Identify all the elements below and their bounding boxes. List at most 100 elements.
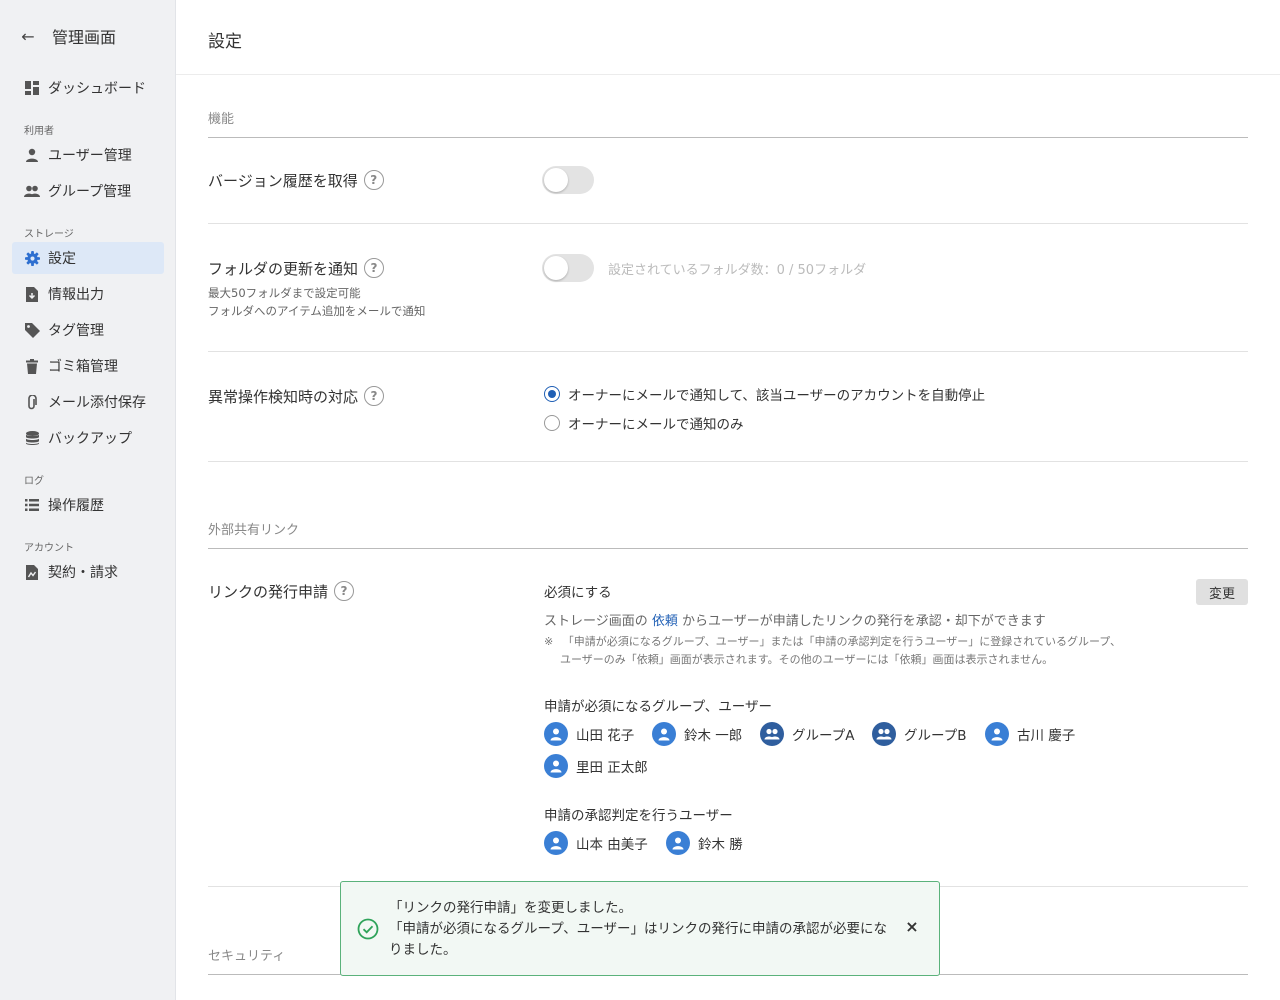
sidebar-item-operation-history[interactable]: 操作履歴 <box>12 489 164 521</box>
sidebar-item-backup[interactable]: バックアップ <box>12 422 164 454</box>
radio-label: オーナーにメールで通知のみ <box>568 417 744 433</box>
page-title: 設定 <box>208 32 242 52</box>
member-name: グループB <box>904 728 967 744</box>
sidebar-item-export[interactable]: 情報出力 <box>12 278 164 310</box>
anomaly-option-auto-suspend[interactable]: オーナーにメールで通知して、該当ユーザーのアカウントを自動停止 <box>544 384 985 404</box>
success-toast: 「リンクの発行申請」を変更しました。 「申請が必須になるグループ、ユーザー」はリ… <box>340 881 940 976</box>
sidebar-item-settings[interactable]: 設定 <box>12 242 164 274</box>
invoice-icon <box>24 564 40 580</box>
sidebar-item-label: 情報出力 <box>48 287 104 303</box>
sidebar-item-label: ダッシュボード <box>48 81 146 97</box>
folder-notify-sublabel-1: 最大50フォルダまで設定可能 <box>208 286 361 300</box>
group-avatar-icon <box>760 722 784 746</box>
toast-line-1: 「リンクの発行申請」を変更しました。 <box>389 900 632 916</box>
user-avatar-icon <box>666 831 690 855</box>
anomaly-option-notify-only[interactable]: オーナーにメールで通知のみ <box>544 413 744 433</box>
group-chip: グループA <box>760 722 854 746</box>
sidebar-item-trash[interactable]: ゴミ箱管理 <box>12 350 164 382</box>
link-request-description: ストレージ画面の 依頼 からユーザーが申請したリンクの発行を承認・却下ができます <box>544 610 1046 629</box>
note-line-1: 「申請が必須になるグループ、ユーザー」または「申請の承認判定を行うユーザー」に登… <box>562 635 1121 648</box>
database-icon <box>24 430 40 446</box>
version-history-label: バージョン履歴を取得 ? <box>208 168 384 192</box>
sidebar-item-label: 設定 <box>48 251 76 267</box>
change-button[interactable]: 変更 <box>1196 579 1248 605</box>
sidebar-item-tags[interactable]: タグ管理 <box>12 314 164 346</box>
folder-notify-sublabel-2: フォルダへのアイテム追加をメールで通知 <box>208 304 426 318</box>
sidebar-item-label: 操作履歴 <box>48 498 104 514</box>
user-chip: 鈴木 勝 <box>666 831 743 855</box>
group-chip: グループB <box>872 722 966 746</box>
sidebar-item-label: バックアップ <box>48 431 132 447</box>
main-content: 設定 機能 バージョン履歴を取得 ? フォルダの更新を通知 ? 最大50フォルダ… <box>176 0 1280 1000</box>
section-title-features: 機能 <box>208 108 1248 138</box>
user-avatar-icon <box>544 754 568 778</box>
folder-notify-label: フォルダの更新を通知 ? <box>208 256 385 280</box>
sidebar-item-label: メール添付保存 <box>48 395 146 411</box>
gear-icon <box>24 250 40 266</box>
member-name: 里田 正太郎 <box>576 760 648 776</box>
request-link[interactable]: 依頼 <box>652 614 678 629</box>
tag-icon <box>24 322 40 338</box>
trash-icon <box>24 358 40 374</box>
sidebar-title: 管理画面 <box>52 28 117 47</box>
link-request-status: 必須にする <box>544 585 612 601</box>
version-history-label-text: バージョン履歴を取得 <box>208 171 358 190</box>
paperclip-icon <box>24 394 40 410</box>
approvers-heading: 申請の承認判定を行うユーザー <box>544 808 733 824</box>
sidebar-header: ← 管理画面 <box>20 24 116 48</box>
version-history-toggle[interactable] <box>542 166 594 194</box>
sidebar-item-label: 契約・請求 <box>48 565 118 581</box>
close-icon[interactable]: × <box>905 919 919 935</box>
sidebar-category-users: 利用者 <box>24 126 54 137</box>
required-members-heading: 申請が必須になるグループ、ユーザー <box>544 699 773 715</box>
divider <box>208 223 1248 224</box>
toggle-knob <box>544 256 568 280</box>
page-header: 設定 <box>176 0 1280 75</box>
user-chip: 山田 花子 <box>544 722 634 746</box>
user-chip: 里田 正太郎 <box>544 754 648 778</box>
member-name: 山本 由美子 <box>576 837 648 853</box>
sidebar-item-user-management[interactable]: ユーザー管理 <box>12 139 164 171</box>
user-chip: 鈴木 一郎 <box>652 722 742 746</box>
user-avatar-icon <box>652 722 676 746</box>
sidebar-item-label: グループ管理 <box>48 184 132 200</box>
help-icon[interactable]: ? <box>363 170 384 190</box>
folder-notify-label-text: フォルダの更新を通知 <box>208 259 359 278</box>
sidebar-item-dashboard[interactable]: ダッシュボード <box>12 72 164 104</box>
dashboard-icon <box>24 80 40 96</box>
divider <box>208 351 1248 352</box>
sidebar-item-label: タグ管理 <box>48 323 104 339</box>
section-title-external-links: 外部共有リンク <box>208 519 1248 549</box>
sidebar-item-group-management[interactable]: グループ管理 <box>12 175 164 207</box>
user-avatar-icon <box>544 722 568 746</box>
sidebar-category-log: ログ <box>24 476 44 487</box>
member-name: 古川 慶子 <box>1017 728 1076 744</box>
user-chip: 古川 慶子 <box>985 722 1075 746</box>
back-arrow-icon[interactable]: ← <box>20 27 36 46</box>
radio-label: オーナーにメールで通知して、該当ユーザーのアカウントを自動停止 <box>568 388 986 404</box>
member-name: 鈴木 一郎 <box>684 728 743 744</box>
member-name: グループA <box>792 728 855 744</box>
user-avatar-icon <box>985 722 1009 746</box>
user-chip: 山本 由美子 <box>544 831 648 855</box>
group-icon <box>24 183 40 199</box>
help-icon[interactable]: ? <box>364 386 385 406</box>
radio-checked[interactable] <box>544 386 560 402</box>
user-icon <box>24 147 40 163</box>
toggle-knob <box>544 168 568 192</box>
help-icon[interactable]: ? <box>364 258 385 278</box>
desc-text-before: ストレージ画面の <box>544 614 648 629</box>
radio-unchecked[interactable] <box>544 415 560 431</box>
divider <box>208 461 1248 462</box>
folder-count-text: 設定されているフォルダ数：0 / 50フォルダ <box>608 263 867 278</box>
note-mark: ※ <box>544 635 554 648</box>
file-download-icon <box>24 286 40 302</box>
group-avatar-icon <box>872 722 896 746</box>
list-icon <box>24 497 40 513</box>
sidebar-item-label: ユーザー管理 <box>48 148 132 164</box>
folder-notify-toggle[interactable] <box>542 254 594 282</box>
folder-notify-sublabel: 最大50フォルダまで設定可能 フォルダへのアイテム追加をメールで通知 <box>208 284 425 320</box>
help-icon[interactable]: ? <box>334 581 355 601</box>
sidebar-item-mail-attachment[interactable]: メール添付保存 <box>12 386 164 418</box>
sidebar-item-contract-billing[interactable]: 契約・請求 <box>12 556 164 588</box>
